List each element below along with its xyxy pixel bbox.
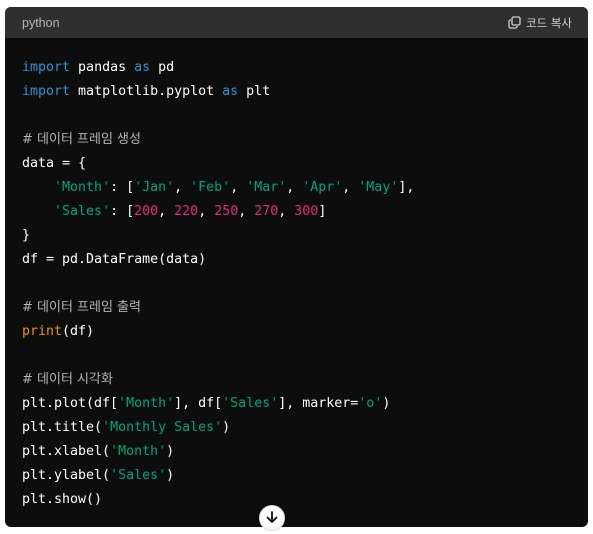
code-text: data = { bbox=[22, 156, 87, 171]
code-text: plt.show() bbox=[22, 492, 103, 507]
code-text: ) bbox=[222, 420, 231, 435]
comment: # 데이터 시각화 bbox=[22, 372, 113, 387]
number-literal: 300 bbox=[294, 204, 319, 219]
code-line-16: plt.title('Monthly Sales') bbox=[22, 416, 588, 440]
keyword: import bbox=[22, 60, 71, 75]
code-text: pd bbox=[150, 60, 175, 75]
code-text: , bbox=[198, 204, 215, 219]
code-text: ) bbox=[166, 468, 175, 483]
copy-icon bbox=[508, 16, 521, 29]
code-text: , bbox=[342, 180, 359, 195]
code-text: ], bbox=[398, 180, 415, 195]
number-literal: 250 bbox=[214, 204, 239, 219]
keyword: as bbox=[222, 84, 239, 99]
code-block: python 코드 복사 import pandas as pd import … bbox=[5, 7, 588, 527]
code-line-7: 'Sales': [200, 220, 250, 270, 300] bbox=[22, 200, 588, 224]
number-literal: 270 bbox=[254, 204, 279, 219]
code-line-8: } bbox=[22, 224, 588, 248]
code-text: plt bbox=[238, 84, 271, 99]
string-literal: 'Monthly Sales' bbox=[102, 420, 223, 435]
string-literal: 'Month' bbox=[118, 396, 175, 411]
code-body[interactable]: import pandas as pd import matplotlib.py… bbox=[5, 38, 588, 512]
code-line-9: df = pd.DataFrame(data) bbox=[22, 248, 588, 272]
code-line-17: plt.xlabel('Month') bbox=[22, 440, 588, 464]
code-text: matplotlib.pyplot bbox=[70, 84, 223, 99]
code-line-12: print(df) bbox=[22, 320, 588, 344]
number-literal: 220 bbox=[174, 204, 199, 219]
code-line-14: # 데이터 시각화 bbox=[22, 368, 588, 392]
code-text: pandas bbox=[70, 60, 135, 75]
code-line-4: # 데이터 프레임 생성 bbox=[22, 128, 588, 152]
copy-code-label: 코드 복사 bbox=[526, 15, 572, 30]
code-text: : [ bbox=[110, 180, 135, 195]
code-text: ) bbox=[382, 396, 391, 411]
code-text: ], df[ bbox=[174, 396, 223, 411]
builtin-function: print bbox=[22, 324, 63, 339]
code-text: } bbox=[22, 228, 31, 243]
code-text: , bbox=[286, 180, 303, 195]
code-text: df = pd.DataFrame(data) bbox=[22, 252, 207, 267]
string-literal: 'Apr' bbox=[302, 180, 343, 195]
string-literal: 'Month' bbox=[54, 180, 111, 195]
code-text: plt.xlabel( bbox=[22, 444, 111, 459]
comment: # 데이터 프레임 생성 bbox=[22, 132, 141, 147]
arrow-down-icon bbox=[265, 509, 279, 528]
scroll-to-bottom-button[interactable] bbox=[259, 505, 285, 531]
copy-code-button[interactable]: 코드 복사 bbox=[508, 15, 572, 31]
code-text: plt.plot(df[ bbox=[22, 396, 119, 411]
code-line-18: plt.ylabel('Sales') bbox=[22, 464, 588, 488]
code-text: ) bbox=[166, 444, 175, 459]
code-text: , bbox=[158, 204, 175, 219]
string-literal: 'Sales' bbox=[110, 468, 167, 483]
code-line-11: # 데이터 프레임 출력 bbox=[22, 296, 588, 320]
language-label: python bbox=[22, 15, 60, 30]
string-literal: 'Feb' bbox=[190, 180, 231, 195]
string-literal: 'May' bbox=[358, 180, 399, 195]
string-literal: 'Mar' bbox=[246, 180, 287, 195]
code-text: , bbox=[230, 180, 247, 195]
code-text: , bbox=[174, 180, 191, 195]
code-line-1: import pandas as pd bbox=[22, 56, 588, 80]
code-text: plt.title( bbox=[22, 420, 103, 435]
keyword: import bbox=[22, 84, 71, 99]
code-line-15: plt.plot(df['Month'], df['Sales'], marke… bbox=[22, 392, 588, 416]
string-literal: 'Jan' bbox=[134, 180, 175, 195]
keyword: as bbox=[134, 60, 151, 75]
string-literal: 'Sales' bbox=[222, 396, 279, 411]
code-text: ], marker= bbox=[278, 396, 359, 411]
string-literal: 'Month' bbox=[110, 444, 167, 459]
code-text: , bbox=[238, 204, 255, 219]
code-text: , bbox=[278, 204, 295, 219]
number-literal: 200 bbox=[134, 204, 159, 219]
code-text: ] bbox=[318, 204, 327, 219]
code-text: plt.ylabel( bbox=[22, 468, 111, 483]
code-line-5: data = { bbox=[22, 152, 588, 176]
string-literal: 'Sales' bbox=[54, 204, 111, 219]
code-line-2: import matplotlib.pyplot as plt bbox=[22, 80, 588, 104]
code-line-6: 'Month': ['Jan', 'Feb', 'Mar', 'Apr', 'M… bbox=[22, 176, 588, 200]
comment: # 데이터 프레임 출력 bbox=[22, 300, 141, 315]
string-literal: 'o' bbox=[358, 396, 383, 411]
code-text: (df) bbox=[62, 324, 95, 339]
code-block-header: python 코드 복사 bbox=[5, 7, 588, 38]
code-text: : [ bbox=[110, 204, 135, 219]
code-line-19: plt.show() bbox=[22, 488, 588, 512]
